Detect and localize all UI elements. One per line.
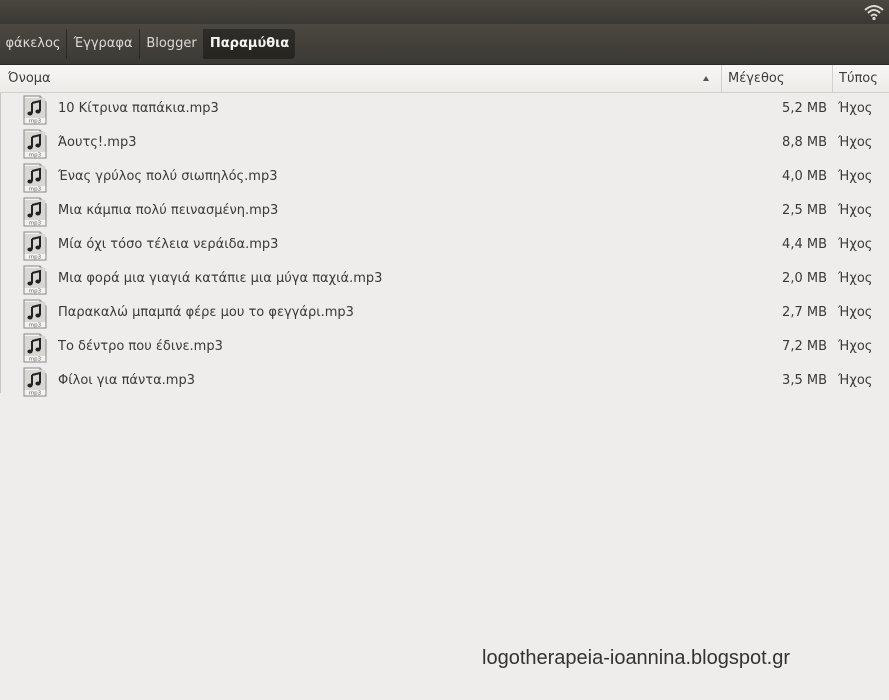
column-divider[interactable] — [721, 65, 722, 92]
file-row[interactable]: mp3 Άουτς!.mp3 8,8 MB Ήχος — [0, 127, 889, 161]
column-divider[interactable] — [832, 65, 833, 92]
file-type: Ήχος — [838, 373, 873, 388]
audio-file-icon: mp3 — [22, 231, 48, 261]
file-size: 2,7 MB — [782, 305, 827, 320]
file-size: 7,2 MB — [782, 339, 827, 354]
icon-file-extension: mp3 — [29, 255, 42, 261]
file-row[interactable]: mp3 Μια φορά μια γιαγιά κατάπιε μια μύγα … — [0, 263, 889, 297]
audio-file-icon: mp3 — [22, 197, 48, 227]
file-size: 5,2 MB — [782, 101, 827, 116]
file-type: Ήχος — [838, 101, 873, 116]
file-row[interactable]: mp3 10 Κίτρινα παπάκια.mp3 5,2 MB Ήχος — [0, 93, 889, 127]
audio-file-icon: mp3 — [22, 333, 48, 363]
file-size: 2,0 MB — [782, 271, 827, 286]
file-type: Ήχος — [838, 135, 873, 150]
file-type: Ήχος — [838, 271, 873, 286]
wifi-icon[interactable] — [863, 3, 885, 21]
icon-file-extension: mp3 — [29, 323, 42, 329]
file-type: Ήχος — [838, 305, 873, 320]
file-name: Το δέντρο που έδινε.mp3 — [58, 339, 223, 354]
breadcrumb: φάκελος Έγγραφα Blogger Παραμύθια — [0, 24, 889, 65]
file-name: Μία όχι τόσο τέλεια νεράιδα.mp3 — [58, 237, 279, 252]
column-header-name[interactable]: Όνομα — [8, 65, 708, 92]
icon-file-extension: mp3 — [29, 119, 42, 125]
audio-file-icon: mp3 — [22, 95, 48, 125]
file-type: Ήχος — [838, 169, 873, 184]
file-size: 4,0 MB — [782, 169, 827, 184]
file-row[interactable]: mp3 Ένας γρύλος πολύ σιωπηλός.mp3 4,0 MB Ήχ… — [0, 161, 889, 195]
top-panel — [0, 0, 889, 24]
audio-file-icon: mp3 — [22, 367, 48, 397]
file-row[interactable]: mp3 Παρακαλώ μπαμπά φέρε μου το φεγγάρι.m… — [0, 297, 889, 331]
file-name: Μια κάμπια πολύ πεινασμένη.mp3 — [58, 203, 279, 218]
file-type: Ήχος — [838, 237, 873, 252]
icon-file-extension: mp3 — [29, 391, 42, 397]
file-size: 2,5 MB — [782, 203, 827, 218]
watermark: logotherapeia-ioannina.blogspot.gr — [482, 647, 791, 669]
column-header-bar: Όνομα Μέγεθος Τύπος — [0, 65, 889, 93]
column-header-size[interactable]: Μέγεθος — [728, 65, 828, 92]
column-header-type[interactable]: Τύπος — [839, 65, 889, 92]
audio-file-icon: mp3 — [22, 129, 48, 159]
icon-file-extension: mp3 — [29, 221, 42, 227]
file-name: Παρακαλώ μπαμπά φέρε μου το φεγγάρι.mp3 — [58, 305, 354, 320]
file-row[interactable]: mp3 Μία όχι τόσο τέλεια νεράιδα.mp3 4,4 MB… — [0, 229, 889, 263]
file-name: Μια φορά μια γιαγιά κατάπιε μια μύγα παχ… — [58, 271, 383, 286]
file-size: 4,4 MB — [782, 237, 827, 252]
audio-file-icon: mp3 — [22, 163, 48, 193]
breadcrumb-item-current[interactable]: Παραμύθια — [204, 29, 295, 59]
breadcrumb-item-folder[interactable]: φάκελος — [0, 29, 67, 59]
icon-file-extension: mp3 — [29, 357, 42, 363]
file-name: 10 Κίτρινα παπάκια.mp3 — [58, 101, 219, 116]
icon-file-extension: mp3 — [29, 289, 42, 295]
file-row[interactable]: mp3 Μια κάμπια πολύ πεινασμένη.mp3 2,5 MB Ή… — [0, 195, 889, 229]
file-type: Ήχος — [838, 203, 873, 218]
file-type: Ήχος — [838, 339, 873, 354]
audio-file-icon: mp3 — [22, 265, 48, 295]
breadcrumb-item-blogger[interactable]: Blogger — [140, 29, 204, 59]
file-row[interactable]: mp3 Το δέντρο που έδινε.mp3 7,2 MB Ήχος — [0, 331, 889, 365]
icon-file-extension: mp3 — [29, 153, 42, 159]
file-size: 8,8 MB — [782, 135, 827, 150]
file-row[interactable]: mp3 Φίλοι για πάντα.mp3 3,5 MB Ήχος — [0, 365, 889, 399]
icon-file-extension: mp3 — [29, 187, 42, 193]
breadcrumb-item-documents[interactable]: Έγγραφα — [67, 29, 140, 59]
file-name: Άουτς!.mp3 — [58, 135, 137, 150]
file-name: Ένας γρύλος πολύ σιωπηλός.mp3 — [58, 169, 278, 184]
sort-ascending-icon — [703, 76, 709, 81]
file-name: Φίλοι για πάντα.mp3 — [58, 373, 195, 388]
file-size: 3,5 MB — [782, 373, 827, 388]
audio-file-icon: mp3 — [22, 299, 48, 329]
